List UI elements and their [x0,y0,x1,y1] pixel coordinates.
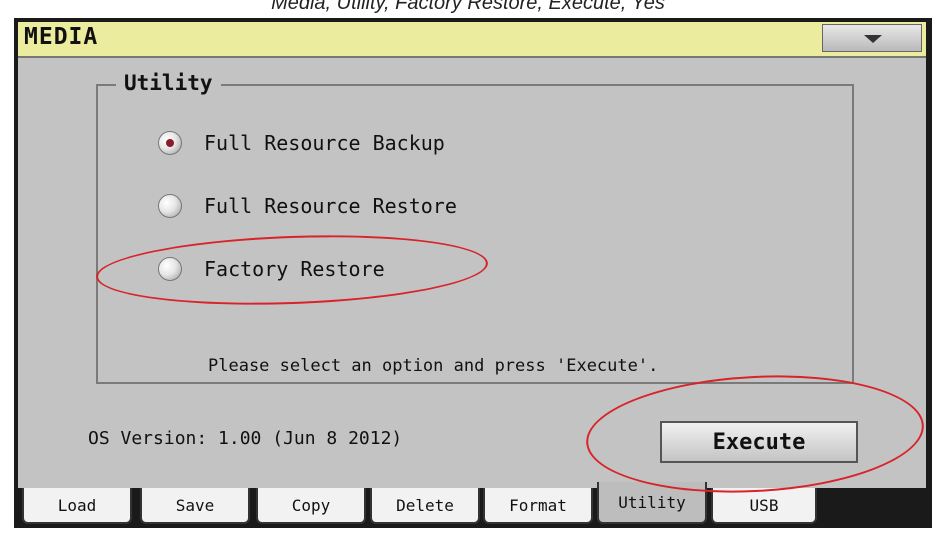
execute-button[interactable]: Execute [660,421,858,463]
option-label: Factory Restore [204,257,385,281]
radio-button-icon[interactable] [158,131,182,155]
option-label: Full Resource Restore [204,194,457,218]
tab-load[interactable]: Load [22,488,132,524]
instruction-text: Please select an option and press 'Execu… [208,356,659,376]
tab-usb[interactable]: USB [711,488,817,524]
tab-copy[interactable]: Copy [256,488,366,524]
option-full-resource-restore[interactable]: Full Resource Restore [158,189,457,223]
radio-button-icon[interactable] [158,257,182,281]
chevron-down-icon [864,35,882,43]
os-version-text: OS Version: 1.00 (Jun 8 2012) [88,428,403,449]
radio-button-icon[interactable] [158,194,182,218]
tab-delete[interactable]: Delete [370,488,480,524]
tab-utility[interactable]: Utility [597,482,707,524]
option-factory-restore[interactable]: Factory Restore [158,252,385,286]
page-menu-button[interactable] [822,24,922,52]
tab-save[interactable]: Save [140,488,250,524]
option-label: Full Resource Backup [204,131,445,155]
title-bar: MEDIA [18,22,926,58]
option-full-resource-backup[interactable]: Full Resource Backup [158,126,445,160]
page-caption: Media, Utility, Factory Restore, Execute… [271,0,665,14]
tab-format[interactable]: Format [483,488,593,524]
window-title: MEDIA [24,24,99,50]
utility-group-label: Utility [116,71,221,95]
